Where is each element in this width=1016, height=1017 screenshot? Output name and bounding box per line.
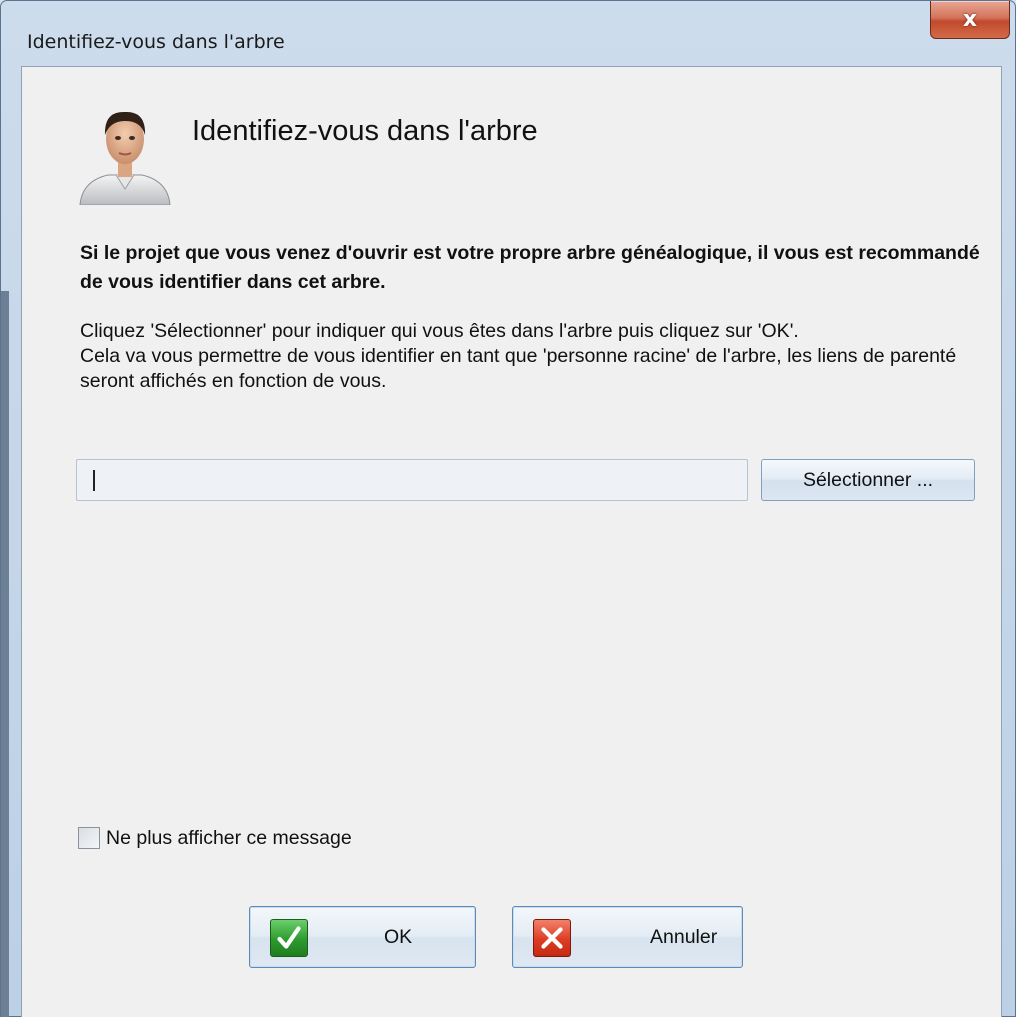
person-avatar-icon [79, 111, 171, 205]
instruction-line-2: Cela va vous permettre de vous identifie… [80, 345, 957, 392]
text-caret [93, 470, 95, 491]
dont-show-label[interactable]: Ne plus afficher ce message [106, 827, 352, 850]
x-icon [533, 919, 571, 957]
close-button[interactable]: x [930, 1, 1010, 39]
close-icon: x [962, 7, 978, 32]
ok-button[interactable]: OK [249, 906, 476, 968]
ok-label: OK [384, 926, 413, 948]
checkmark-icon [270, 919, 308, 957]
root-person-field[interactable] [76, 459, 748, 501]
dont-show-option[interactable]: Ne plus afficher ce message [78, 825, 352, 851]
dialog-window: Identifiez-vous dans l'arbre x Identifie… [0, 0, 1016, 1017]
instruction-line-1: Cliquez 'Sélectionner' pour indiquer qui… [80, 320, 799, 342]
cancel-label: Annuler [650, 926, 718, 948]
title-bar[interactable]: Identifiez-vous dans l'arbre x [1, 1, 1015, 67]
window-title: Identifiez-vous dans l'arbre [27, 31, 285, 53]
dont-show-checkbox[interactable] [78, 827, 100, 849]
intro-text: Si le projet que vous venez d'ouvrir est… [80, 242, 980, 293]
select-person-button[interactable]: Sélectionner ... [761, 459, 975, 501]
instructions-text: Cliquez 'Sélectionner' pour indiquer qui… [80, 319, 980, 394]
window-edge [1, 291, 9, 1017]
dialog-client-area [21, 66, 1002, 1017]
dialog-heading: Identifiez-vous dans l'arbre [192, 115, 538, 147]
cancel-button[interactable]: Annuler [512, 906, 743, 968]
